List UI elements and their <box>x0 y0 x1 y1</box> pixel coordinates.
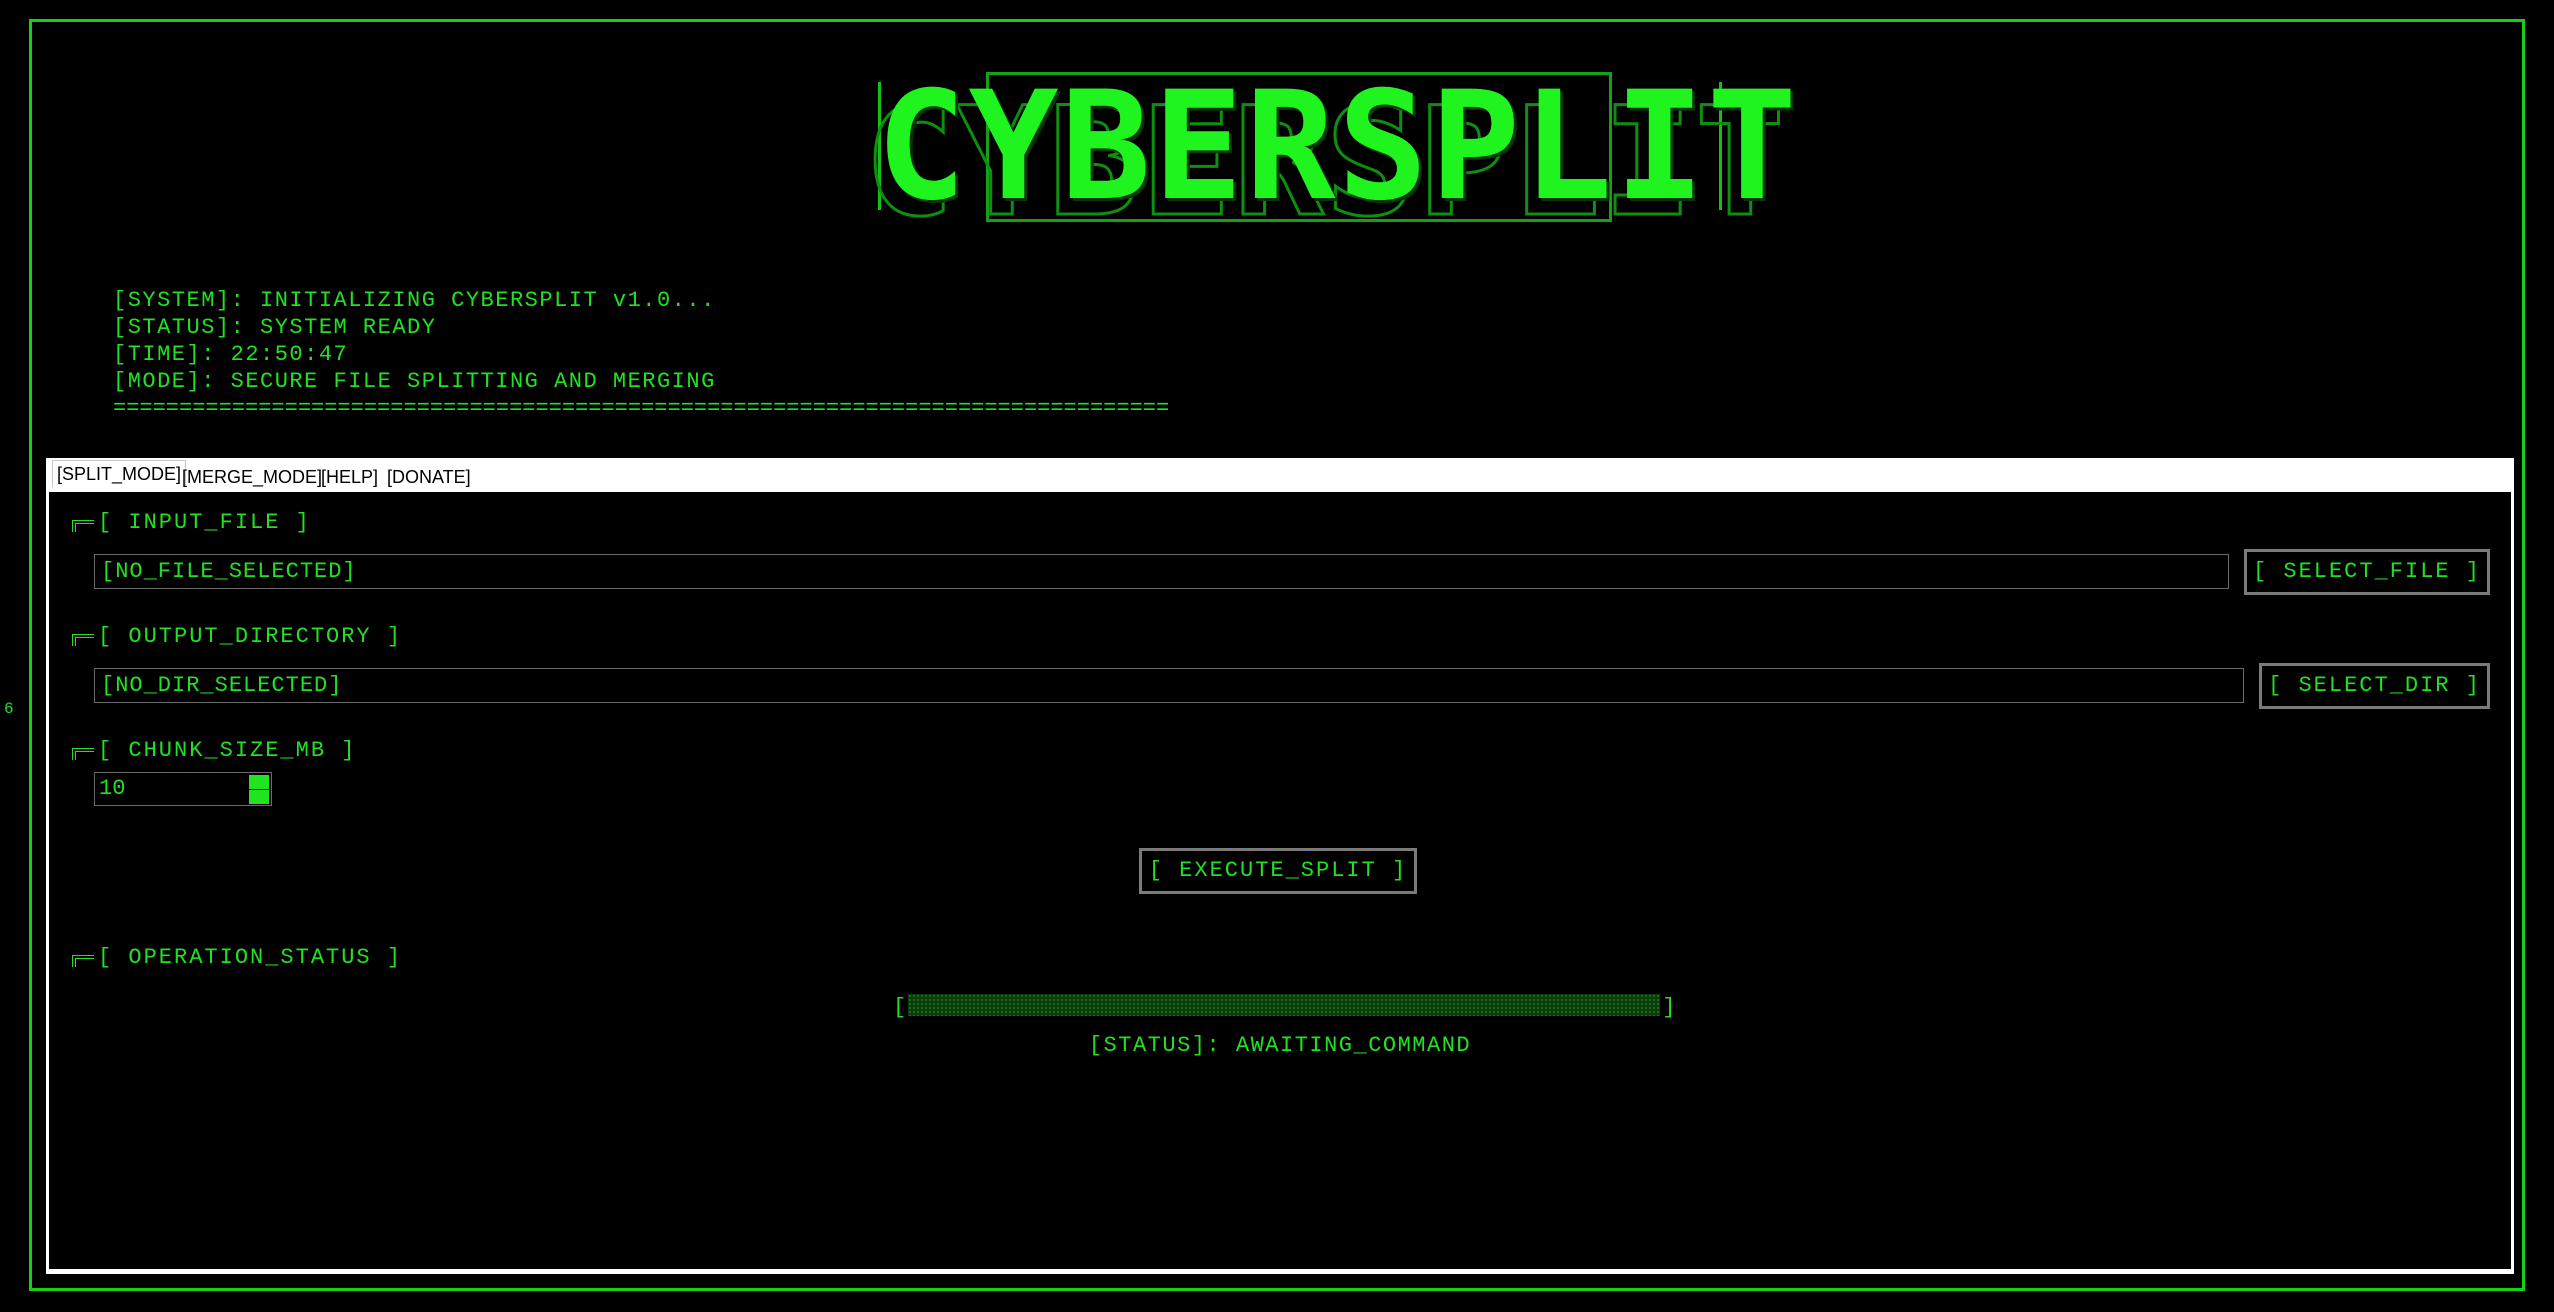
input-file-label: [ INPUT_FILE ] <box>98 510 311 535</box>
corner-bracket-icon <box>72 634 94 646</box>
chunk-size-stepper <box>94 772 272 806</box>
side-marker: 6 <box>4 700 14 718</box>
chunk-size-section: [ CHUNK_SIZE_MB ] <box>72 738 356 763</box>
log-line-status: [STATUS]: SYSTEM READY <box>113 315 437 340</box>
input-file-section: [ INPUT_FILE ] <box>72 510 311 535</box>
tab-panel: [SPLIT_MODE] [MERGE_MODE] [HELP] [DONATE… <box>46 458 2514 1274</box>
progress-track <box>908 994 1661 1016</box>
logo-title: CYBERSPLIT <box>876 60 1800 234</box>
corner-bracket-icon <box>72 955 94 967</box>
execute-split-label: [ EXECUTE_SPLIT ] <box>1148 858 1408 883</box>
select-file-label: [ SELECT_FILE ] <box>2252 559 2482 584</box>
log-separator-rule: ========================================… <box>113 396 1170 421</box>
increment-arrow-icon[interactable] <box>249 775 269 789</box>
corner-bracket-icon <box>72 748 94 760</box>
operation-status-section: [ OPERATION_STATUS ] <box>72 945 402 970</box>
progress-open-bracket: [ <box>893 995 907 1020</box>
chunk-size-input[interactable] <box>95 773 245 805</box>
select-file-button[interactable]: [ SELECT_FILE ] <box>2244 549 2490 595</box>
output-directory-path-field[interactable] <box>94 668 2244 703</box>
operation-status-label: [ OPERATION_STATUS ] <box>98 945 403 970</box>
log-line-time: [TIME]: 22:50:47 <box>113 342 349 367</box>
decrement-arrow-icon[interactable] <box>249 790 269 804</box>
status-message: [STATUS]: AWAITING_COMMAND <box>1088 1033 1472 1058</box>
output-directory-section: [ OUTPUT_DIRECTORY ] <box>72 624 402 649</box>
app-logo: CYBERSPLIT CYBERSPLIT <box>863 60 1800 244</box>
tab-help[interactable]: [HELP] <box>317 464 382 490</box>
tab-bar: [SPLIT_MODE] [MERGE_MODE] [HELP] [DONATE… <box>46 458 2514 492</box>
progress-bar: [] <box>893 994 1675 1020</box>
tab-merge-mode[interactable]: [MERGE_MODE] <box>178 464 326 490</box>
split-mode-content: [ INPUT_FILE ] [ SELECT_FILE ] [ OUTPUT_… <box>49 492 2511 1269</box>
select-dir-button[interactable]: [ SELECT_DIR ] <box>2259 663 2490 709</box>
log-line-system: [SYSTEM]: INITIALIZING CYBERSPLIT v1.0..… <box>113 288 716 313</box>
tab-split-mode[interactable]: [SPLIT_MODE] <box>52 460 187 487</box>
tab-donate[interactable]: [DONATE] <box>383 464 475 490</box>
corner-bracket-icon <box>72 520 94 532</box>
select-dir-label: [ SELECT_DIR ] <box>2268 673 2481 698</box>
input-file-path-field[interactable] <box>94 554 2229 589</box>
output-directory-label: [ OUTPUT_DIRECTORY ] <box>98 624 403 649</box>
execute-split-button[interactable]: [ EXECUTE_SPLIT ] <box>1139 848 1417 894</box>
system-log: [SYSTEM]: INITIALIZING CYBERSPLIT v1.0..… <box>113 287 1169 422</box>
chunk-size-label: [ CHUNK_SIZE_MB ] <box>98 738 357 763</box>
progress-close-bracket: ] <box>1662 995 1676 1020</box>
log-line-mode: [MODE]: SECURE FILE SPLITTING AND MERGIN… <box>113 369 716 394</box>
